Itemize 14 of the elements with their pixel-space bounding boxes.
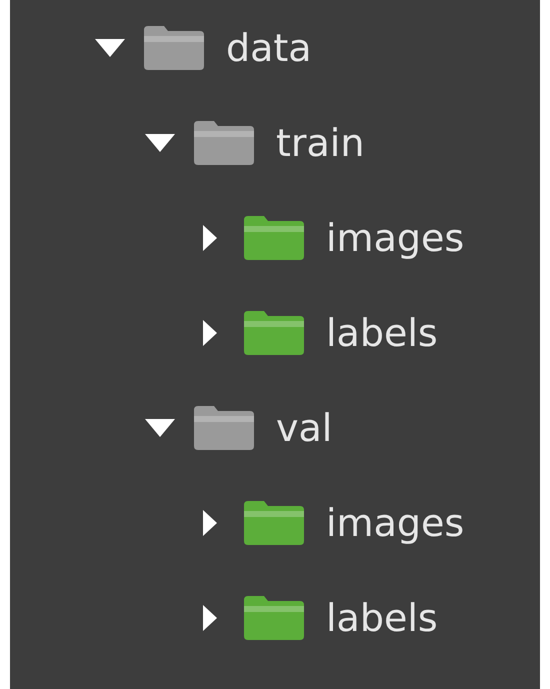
folder-name: val (276, 406, 332, 450)
folder-name: images (326, 500, 464, 544)
expand-arrow-icon[interactable] (203, 604, 217, 630)
expand-arrow-icon[interactable] (203, 224, 217, 250)
folder-name: images (326, 216, 464, 260)
collapse-arrow-icon[interactable] (95, 38, 125, 56)
collapse-arrow-icon[interactable] (145, 418, 175, 436)
collapse-arrow-icon[interactable] (145, 134, 175, 152)
folder-name: train (276, 120, 364, 164)
expand-arrow-icon[interactable] (203, 510, 217, 536)
expand-arrow-icon[interactable] (203, 320, 217, 346)
folder-name: labels (326, 596, 438, 640)
folder-name: data (226, 26, 312, 70)
folder-name: labels (326, 310, 438, 354)
